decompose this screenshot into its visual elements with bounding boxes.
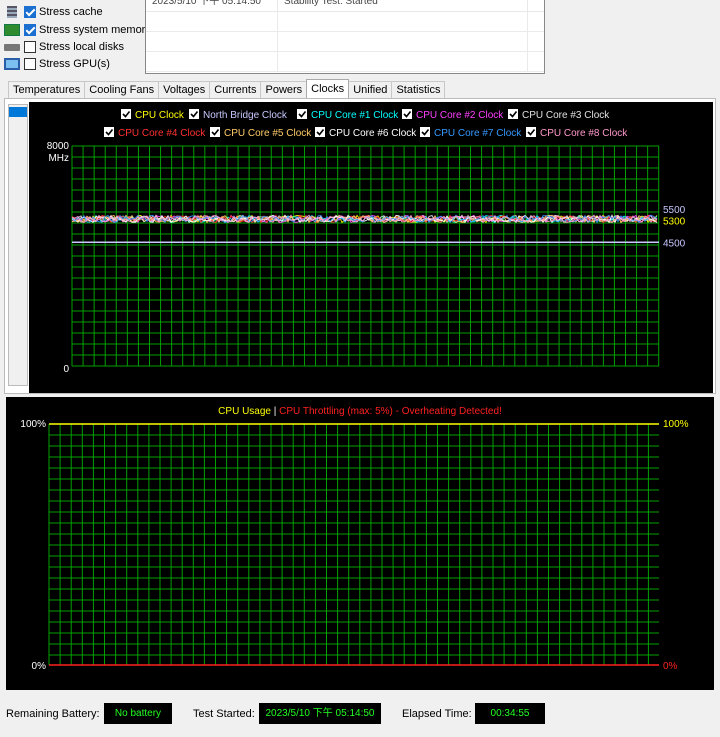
disk-icon [4, 43, 20, 51]
stress-cache-option[interactable]: Stress cache [4, 4, 103, 20]
legend-label: CPU Core #5 Clock [224, 128, 312, 139]
legend-label: CPU Core #7 Clock [434, 128, 522, 139]
tab-powers[interactable]: Powers [260, 81, 308, 98]
test-started-value: 2023/5/10 下午 05:14:50 [259, 703, 381, 724]
cpu-usage-legend: CPU Usage [218, 406, 274, 417]
stress-memory-checkbox[interactable] [24, 24, 36, 36]
right-value-label: 4500 [663, 238, 686, 249]
sensor-list-selected-item[interactable] [9, 107, 27, 117]
cache-icon [7, 6, 17, 18]
tab-clocks[interactable]: Clocks [306, 79, 350, 98]
legend-label: North Bridge Clock [203, 110, 288, 121]
legend-label: CPU Core #2 Clock [416, 110, 504, 121]
legend-checkbox [104, 127, 114, 137]
legend-label: CPU Core #8 Clock [540, 128, 628, 139]
stress-memory-label: Stress system memory [39, 24, 151, 36]
legend-checkbox [121, 109, 131, 119]
right-min-label: 0% [663, 661, 678, 672]
y-axis-unit-label: MHz [48, 153, 69, 164]
legend-checkbox [508, 109, 518, 119]
stress-cache-checkbox[interactable] [24, 6, 36, 18]
sensor-list[interactable] [8, 104, 28, 386]
legend-checkbox [210, 127, 220, 137]
elapsed-time-label: Elapsed Time: [402, 708, 472, 720]
status-bar: Remaining Battery: No battery Test Start… [0, 703, 720, 725]
log-empty-row [146, 32, 544, 52]
clock-chart-svg: CPU Clock North Bridge Clock CPU Core #1 C… [47, 109, 686, 375]
log-status: Stability Test: Started [278, 0, 528, 11]
elapsed-time-value: 00:34:55 [475, 703, 545, 724]
right-value-label: 5300 [663, 216, 686, 227]
y-axis-min-label: 0 [63, 364, 69, 375]
clock-chart: CPU Clock North Bridge Clock CPU Core #1 C… [29, 102, 713, 393]
usage-chart: CPU Usage | CPU Throttling (max: 5%) - O… [6, 397, 714, 690]
legend-label: CPU Core #6 Clock [329, 128, 417, 139]
tab-strip: Temperatures Cooling Fans Voltages Curre… [8, 79, 446, 99]
y-axis-max-label: 8000 [47, 141, 70, 152]
right-max-label: 100% [663, 419, 689, 430]
stress-disks-option[interactable]: Stress local disks [4, 39, 124, 55]
legend-label: CPU Core #1 Clock [311, 110, 399, 121]
stress-gpu-label: Stress GPU(s) [39, 58, 110, 70]
stress-cache-label: Stress cache [39, 6, 103, 18]
legend-label: CPU Clock [135, 110, 185, 121]
y-axis-min-label: 0% [32, 661, 47, 672]
legend-label: CPU Core #3 Clock [522, 110, 610, 121]
legend-checkbox [315, 127, 325, 137]
tab-statistics[interactable]: Statistics [391, 81, 446, 98]
legend-label: CPU Core #4 Clock [118, 128, 206, 139]
stress-gpu-checkbox[interactable] [24, 58, 36, 70]
right-value-label: 5500 [663, 205, 686, 216]
tab-temperatures[interactable]: Temperatures [8, 81, 86, 98]
stress-disks-label: Stress local disks [39, 41, 124, 53]
usage-chart-svg: CPU Usage | CPU Throttling (max: 5%) - O… [20, 406, 689, 672]
tab-unified[interactable]: Unified [348, 81, 393, 98]
status-log[interactable]: 2023/5/10 下午 05:14:50 Stability Test: St… [145, 0, 545, 74]
battery-label: Remaining Battery: [6, 708, 100, 720]
tab-currents[interactable]: Currents [209, 81, 262, 98]
log-row[interactable]: 2023/5/10 下午 05:14:50 Stability Test: St… [146, 0, 544, 12]
log-datetime: 2023/5/10 下午 05:14:50 [146, 0, 278, 11]
stress-disks-checkbox[interactable] [24, 41, 36, 53]
tab-voltages[interactable]: Voltages [158, 81, 211, 98]
stress-gpu-option[interactable]: Stress GPU(s) [4, 56, 110, 72]
legend-checkbox [402, 109, 412, 119]
legend-checkbox [297, 109, 307, 119]
legend-checkbox [526, 127, 536, 137]
test-started-label: Test Started: [193, 708, 255, 720]
y-axis-max-label: 100% [20, 419, 46, 430]
memory-icon [4, 24, 20, 36]
log-empty-row [146, 12, 544, 32]
battery-value: No battery [104, 703, 172, 724]
log-empty-row [146, 52, 544, 72]
cpu-throttling-legend: CPU Throttling (max: 5%) - Overheating D… [279, 406, 502, 417]
usage-legend-title: CPU Usage | CPU Throttling (max: 5%) - O… [218, 406, 502, 417]
gpu-icon [4, 58, 20, 70]
legend-checkbox [420, 127, 430, 137]
tab-cooling-fans[interactable]: Cooling Fans [84, 81, 160, 98]
legend-checkbox [189, 109, 199, 119]
stress-memory-option[interactable]: Stress system memory [4, 22, 151, 38]
